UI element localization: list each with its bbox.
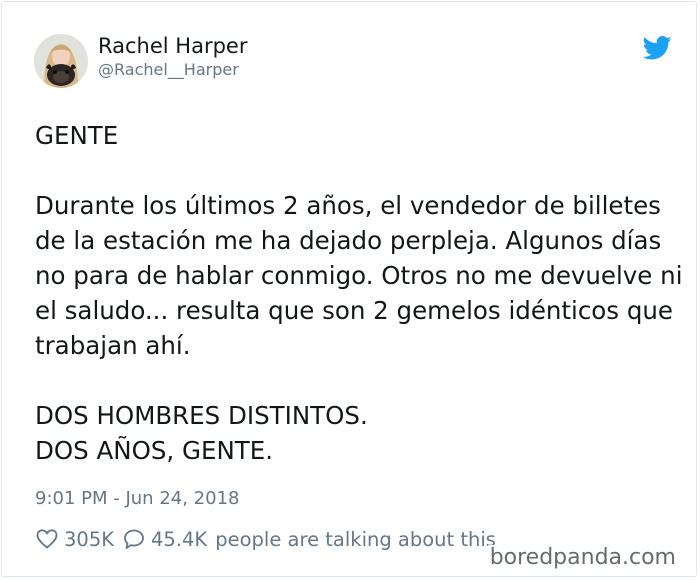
heart-icon[interactable] [35,527,59,551]
text-line: DOS AÑOS, GENTE. [35,436,274,465]
text-line: trabajan ahí. [35,331,191,360]
text-line: GENTE [35,121,119,150]
like-count[interactable]: 305K [64,528,114,551]
paragraph-gente: GENTE [35,118,685,153]
paragraph-conclusion: DOS HOMBRES DISTINTOS. DOS AÑOS, GENTE. [35,398,685,468]
author-name[interactable]: Rachel Harper [98,34,247,58]
avatar[interactable] [34,34,88,88]
tweet-card: Rachel Harper @Rachel__Harper GENTE Dura… [1,1,697,577]
text-line: de la estación me ha dejado perpleja. Al… [35,226,662,255]
reply-count[interactable]: 45.4K [151,528,207,551]
author-handle[interactable]: @Rachel__Harper [98,60,239,79]
paragraph-story: Durante los últimos 2 años, el vendedor … [35,188,685,363]
text-line: el saludo... resulta que son 2 gemelos i… [35,296,673,325]
text-line: DOS HOMBRES DISTINTOS. [35,401,368,430]
tweet-text: GENTE Durante los últimos 2 años, el ven… [35,118,685,468]
reply-bubble-icon[interactable] [122,527,146,551]
talking-about-text[interactable]: people are talking about this [215,528,496,551]
avatar-image [34,34,88,88]
twitter-bird-icon[interactable] [642,36,672,60]
tweet-timestamp[interactable]: 9:01 PM - Jun 24, 2018 [35,488,239,509]
engagement-bar: 305K 45.4K people are talking about this [35,525,496,553]
text-line: Durante los últimos 2 años, el vendedor … [35,191,661,220]
watermark: boredpanda.com [487,545,678,570]
text-line: no para de hablar conmigo. Otros no me d… [35,261,683,290]
